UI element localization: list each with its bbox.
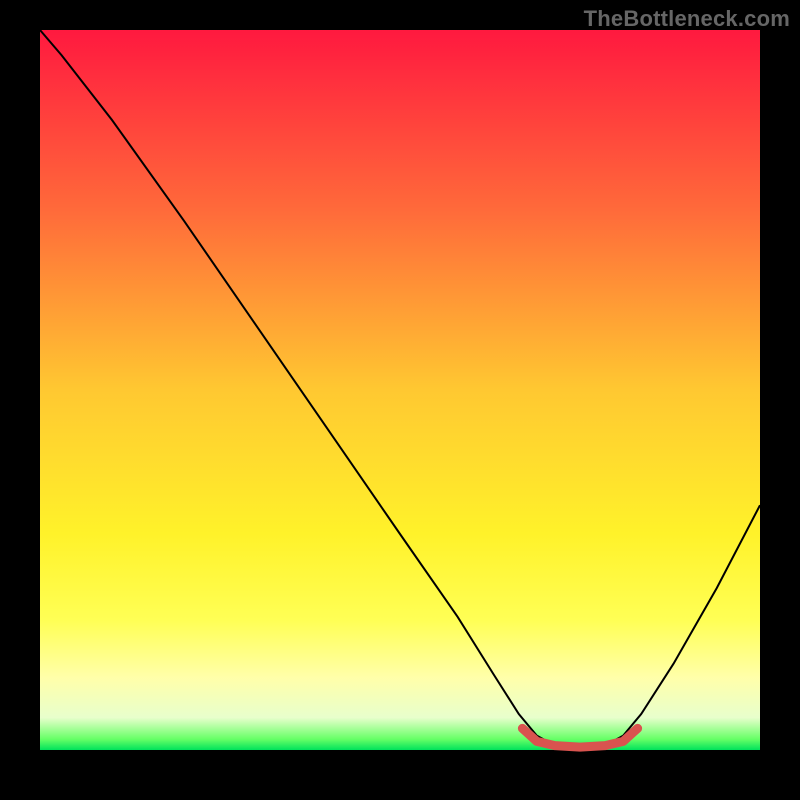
watermark-text: TheBottleneck.com	[584, 6, 790, 32]
chart-container: TheBottleneck.com	[0, 0, 800, 800]
plot-background	[40, 30, 760, 750]
bottleneck-chart	[0, 0, 800, 800]
